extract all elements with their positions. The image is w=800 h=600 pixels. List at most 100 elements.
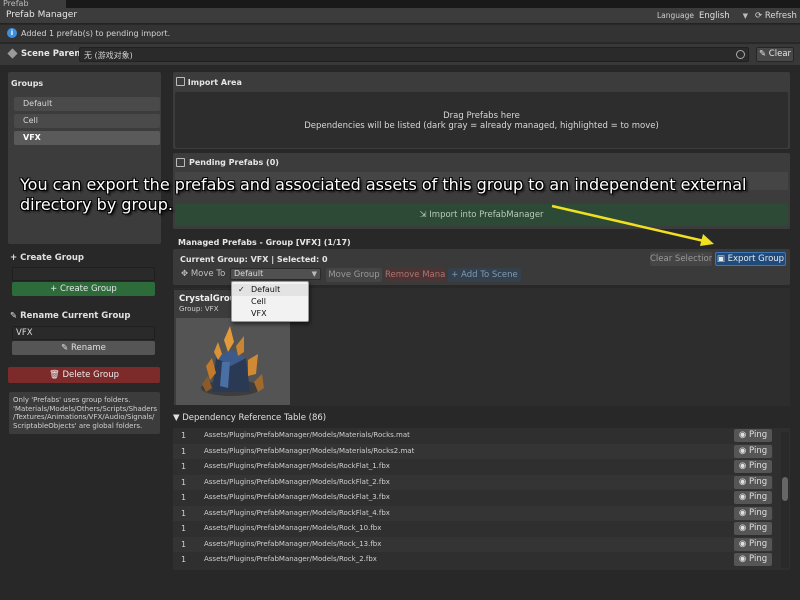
drop-zone[interactable]: Drag Prefabs here Dependencies will be l… [175, 92, 788, 148]
export-icon: ▣ [716, 254, 725, 264]
create-group-button[interactable]: + Create Group [12, 282, 155, 296]
export-group-label: Export Group [727, 254, 785, 264]
group-item-default[interactable]: Default [14, 97, 160, 111]
add-to-scene-button[interactable]: + Add To Scene [448, 268, 521, 282]
group-item-label: VFX [23, 133, 41, 142]
ping-label: Ping [749, 523, 768, 533]
window-title: Prefab Manager [6, 10, 78, 20]
table-row: 1 Assets/Plugins/PrefabManager/Models/Roc… [173, 521, 773, 537]
create-group-label: Create Group [60, 284, 117, 294]
dependency-table-title: Dependency Reference Table (86) [182, 413, 327, 423]
ref-count: 1 [181, 508, 187, 518]
pending-prefabs-title: Pending Prefabs (0) [189, 158, 279, 167]
drop-zone-title: Drag Prefabs here [443, 111, 520, 121]
ping-label: Ping [749, 538, 768, 549]
ping-button[interactable]: ◉ Ping [734, 444, 772, 458]
rename-group-input[interactable]: VFX [12, 326, 155, 340]
window-tab-bar: Prefab Manager [0, 0, 800, 16]
import-area-title: Import Area [187, 78, 242, 87]
import-area-header: Import Area [176, 77, 242, 87]
delete-group-label: Delete Group [62, 370, 119, 380]
asset-path: Assets/Plugins/PrefabManager/Models/Rock… [204, 508, 390, 517]
dropdown-option-default[interactable]: ✓ Default [232, 284, 308, 296]
ping-button[interactable]: ◉ Ping [734, 475, 772, 489]
move-group-button[interactable]: Move Group [326, 268, 382, 282]
dropdown-option-label: Cell [251, 297, 266, 306]
dependency-table-header[interactable]: ▼ Dependency Reference Table (86) [173, 413, 326, 423]
dropdown-option-label: VFX [251, 309, 267, 318]
asset-path: Assets/Plugins/PrefabManager/Models/Rock… [204, 524, 382, 532]
window-tab[interactable]: Prefab Manager [0, 0, 66, 16]
group-item-label: Default [23, 99, 53, 108]
create-group-title-label: Create Group [20, 253, 84, 263]
eye-icon: ◉ [738, 492, 747, 502]
eye-icon: ◉ [738, 476, 747, 487]
prefab-card-group: Group: VFX [179, 305, 219, 313]
scrollbar-thumb[interactable] [782, 477, 788, 501]
table-row: 1 Assets/Plugins/PrefabManager/Models/Roc… [173, 536, 773, 552]
target-icon[interactable] [736, 50, 745, 59]
chevron-down-icon: ▼ [311, 270, 317, 278]
ref-count: 1 [181, 539, 187, 549]
pencil-icon: ✎ [10, 311, 18, 321]
ref-count: 1 [181, 493, 187, 502]
ping-label: Ping [749, 507, 768, 518]
eye-icon: ◉ [738, 461, 747, 471]
ping-button[interactable]: ◉ Ping [734, 537, 772, 551]
clear-scene-parent-button[interactable]: ✎ Clear [756, 47, 794, 62]
clear-label: Clear [768, 49, 792, 59]
pencil-icon: ✎ [61, 343, 69, 353]
ping-button[interactable]: ◉ Ping [734, 553, 772, 566]
ref-count: 1 [181, 524, 187, 533]
import-icon [176, 77, 185, 86]
dropdown-option-vfx[interactable]: VFX [232, 308, 308, 320]
ping-label: Ping [749, 492, 768, 502]
list-icon [176, 158, 185, 167]
current-group-status: Current Group: VFX | Selected: 0 [180, 255, 328, 264]
ping-label: Ping [749, 445, 768, 456]
dropdown-option-label: Default [251, 285, 281, 294]
table-row: 1 Assets/Plugins/PrefabManager/Models/Mat… [173, 428, 773, 444]
info-icon: i [7, 28, 17, 38]
clear-selection-button[interactable]: Clear Selection [650, 252, 712, 266]
ping-label: Ping [749, 461, 768, 471]
refresh-button[interactable]: ⟳ Refresh [755, 9, 797, 23]
group-item-vfx[interactable]: VFX [14, 131, 160, 145]
create-group-input[interactable] [12, 267, 155, 281]
managed-toolbar: Current Group: VFX | Selected: 0 Clear S… [173, 249, 790, 285]
ping-button[interactable]: ◉ Ping [734, 522, 772, 535]
language-select[interactable]: English ▼ [697, 9, 751, 23]
notice-text: Added 1 prefab(s) to pending import. [21, 29, 171, 38]
asset-path: Assets/Plugins/PrefabManager/Models/Rock… [204, 462, 390, 470]
refresh-icon: ⟳ [755, 11, 763, 21]
export-group-button[interactable]: ▣ Export Group [715, 252, 786, 266]
managed-prefabs-title: Managed Prefabs - Group [VFX] (1/17) [178, 238, 351, 247]
dependency-table: 1 Assets/Plugins/PrefabManager/Models/Mat… [173, 428, 790, 570]
crystal-prefab-image [201, 326, 264, 396]
move-to-select[interactable]: Default ▼ [230, 268, 321, 280]
groups-title: Groups [11, 79, 44, 88]
plus-icon: + [451, 270, 459, 280]
remove-managed-button[interactable]: Remove Manag [385, 268, 445, 282]
table-row: 1 Assets/Plugins/PrefabManager/Models/Mat… [173, 443, 773, 459]
group-item-cell[interactable]: Cell [14, 114, 160, 128]
rename-button[interactable]: ✎ Rename [12, 341, 155, 355]
ping-label: Ping [749, 554, 768, 564]
ping-button[interactable]: ◉ Ping [734, 491, 772, 504]
ping-button[interactable]: ◉ Ping [734, 506, 772, 520]
ping-button[interactable]: ◉ Ping [734, 460, 772, 473]
ref-count: 1 [181, 431, 187, 440]
dropdown-option-cell[interactable]: Cell [232, 296, 308, 308]
scene-parent-field[interactable]: 无 (游戏对象) [79, 47, 749, 62]
asset-path: Assets/Plugins/PrefabManager/Models/Mate… [204, 431, 410, 439]
language-value: English [699, 11, 730, 21]
ping-button[interactable]: ◉ Ping [734, 429, 772, 442]
dependency-scrollbar[interactable] [781, 432, 789, 568]
groups-panel: Groups Default Cell VFX [8, 72, 161, 244]
ref-count: 1 [181, 477, 187, 487]
scene-parent-label: Scene Parent [21, 49, 85, 59]
notice-bar: i Added 1 prefab(s) to pending import. [0, 25, 800, 42]
group-item-label: Cell [23, 116, 38, 125]
delete-group-button[interactable]: 🗑 Delete Group [8, 367, 160, 383]
move-to-value: Default [234, 269, 264, 278]
